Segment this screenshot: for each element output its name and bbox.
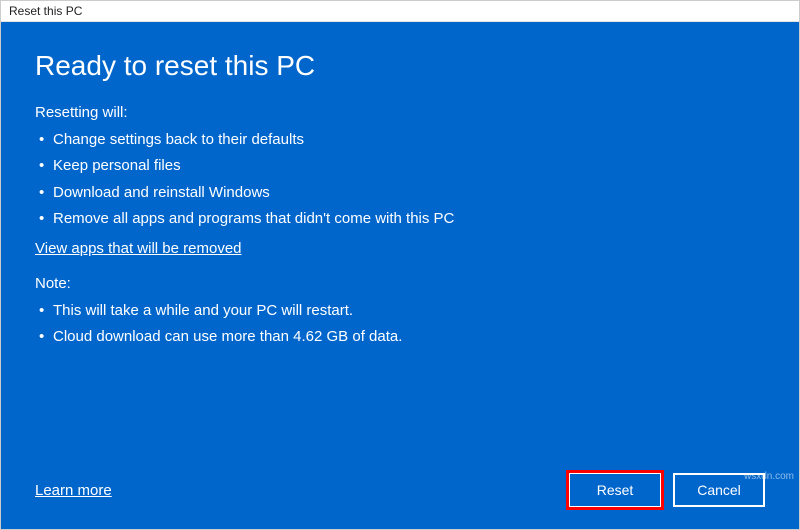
- watermark: wsxdn.com: [744, 471, 794, 482]
- resetting-label: Resetting will:: [35, 104, 765, 121]
- note-list: This will take a while and your PC will …: [35, 298, 765, 351]
- dialog-footer: Learn more Reset Cancel: [35, 473, 765, 507]
- dialog-content: Ready to reset this PC Resetting will: C…: [1, 22, 799, 529]
- window-titlebar: Reset this PC: [1, 1, 799, 22]
- resetting-list: Change settings back to their defaults K…: [35, 127, 765, 232]
- list-item: Cloud download can use more than 4.62 GB…: [35, 324, 765, 350]
- list-item: Keep personal files: [35, 153, 765, 179]
- button-row: Reset Cancel: [569, 473, 765, 507]
- reset-pc-dialog: Reset this PC Ready to reset this PC Res…: [0, 0, 800, 530]
- list-item: Remove all apps and programs that didn't…: [35, 206, 765, 232]
- learn-more-link[interactable]: Learn more: [35, 482, 112, 499]
- reset-button[interactable]: Reset: [569, 473, 661, 507]
- view-apps-link[interactable]: View apps that will be removed: [35, 240, 765, 257]
- list-item: Change settings back to their defaults: [35, 127, 765, 153]
- note-label: Note:: [35, 275, 765, 292]
- list-item: Download and reinstall Windows: [35, 180, 765, 206]
- list-item: This will take a while and your PC will …: [35, 298, 765, 324]
- page-heading: Ready to reset this PC: [35, 50, 765, 82]
- spacer: [35, 359, 765, 464]
- window-title: Reset this PC: [9, 4, 82, 18]
